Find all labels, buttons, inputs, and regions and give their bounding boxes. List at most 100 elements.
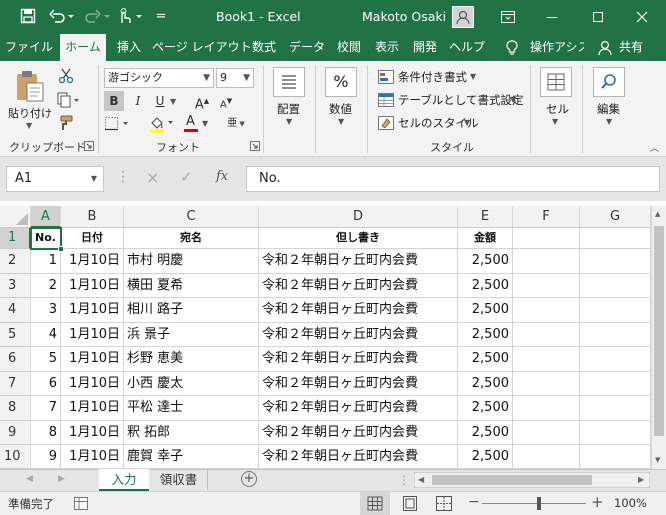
redo-icon[interactable] bbox=[84, 8, 112, 26]
column-header-f[interactable]: F bbox=[513, 206, 580, 228]
increase-font-size-button[interactable]: A▲ bbox=[192, 91, 212, 112]
table-cell-no[interactable]: 6 bbox=[31, 372, 61, 396]
table-cell-name[interactable]: 平松 達士 bbox=[124, 396, 259, 421]
table-cell-empty[interactable] bbox=[580, 445, 651, 469]
table-cell-amount[interactable]: 2,500 bbox=[458, 421, 513, 445]
chevron-down-icon[interactable]: ▼ bbox=[286, 117, 292, 126]
vertical-scrollbar[interactable]: ▲ ▼ bbox=[651, 206, 666, 469]
row-header-8[interactable]: 8 bbox=[0, 396, 31, 421]
paste-dropdown-icon[interactable]: ▼ bbox=[26, 121, 32, 130]
table-cell-empty[interactable] bbox=[513, 249, 580, 274]
cell-f1[interactable] bbox=[513, 228, 580, 249]
column-header-c[interactable]: C bbox=[124, 206, 259, 228]
table-cell-empty[interactable] bbox=[513, 445, 580, 469]
table-cell-date[interactable]: 1月10日 bbox=[61, 372, 124, 396]
column-header-a[interactable]: A bbox=[31, 206, 61, 228]
table-cell-amount[interactable]: 2,500 bbox=[458, 298, 513, 323]
phonetic-guide-button[interactable]: 亜 ▼ bbox=[222, 114, 250, 134]
tab-developer[interactable]: 開発 bbox=[408, 34, 442, 61]
minimize-icon[interactable] bbox=[530, 0, 574, 34]
font-color-button[interactable]: A ▼ bbox=[182, 114, 212, 134]
table-cell-empty[interactable] bbox=[513, 396, 580, 421]
table-cell-no[interactable]: 7 bbox=[31, 396, 61, 421]
table-cell-empty[interactable] bbox=[513, 421, 580, 445]
table-cell-empty[interactable] bbox=[580, 421, 651, 445]
share-icon[interactable] bbox=[598, 40, 612, 56]
chevron-down-icon[interactable]: ▼ bbox=[552, 117, 558, 126]
tab-review[interactable]: 校閲 bbox=[332, 34, 366, 61]
cells-icon[interactable] bbox=[540, 67, 572, 97]
cell-e1[interactable]: 金額 bbox=[458, 228, 513, 249]
customize-qat-icon[interactable]: = bbox=[152, 8, 170, 26]
row-header-6[interactable]: 6 bbox=[0, 347, 31, 372]
table-cell-amount[interactable]: 2,500 bbox=[458, 372, 513, 396]
table-cell-purpose[interactable]: 令和２年朝日ヶ丘町内会費 bbox=[259, 249, 458, 274]
tab-data[interactable]: データ bbox=[286, 34, 328, 61]
table-cell-purpose[interactable]: 令和２年朝日ヶ丘町内会費 bbox=[259, 298, 458, 323]
table-cell-date[interactable]: 1月10日 bbox=[61, 323, 124, 347]
row-header-1[interactable]: 1 bbox=[0, 228, 31, 249]
previous-sheet-icon[interactable]: ◀ bbox=[26, 474, 33, 484]
alignment-icon[interactable] bbox=[273, 67, 305, 97]
cell-a1[interactable]: No. bbox=[31, 228, 61, 249]
font-launcher-icon[interactable] bbox=[250, 141, 260, 151]
add-sheet-button[interactable]: + bbox=[241, 471, 257, 487]
formula-input[interactable]: No. bbox=[246, 166, 660, 192]
number-label[interactable]: 数値 bbox=[329, 101, 352, 117]
table-cell-purpose[interactable]: 令和２年朝日ヶ丘町内会費 bbox=[259, 347, 458, 372]
row-header-7[interactable]: 7 bbox=[0, 372, 31, 396]
cell-g1[interactable] bbox=[580, 228, 651, 249]
tell-me-search[interactable]: 操作アシス bbox=[530, 34, 584, 61]
italic-button[interactable]: I bbox=[128, 91, 148, 111]
table-cell-empty[interactable] bbox=[513, 372, 580, 396]
table-cell-purpose[interactable]: 令和２年朝日ヶ丘町内会費 bbox=[259, 323, 458, 347]
table-cell-purpose[interactable]: 令和２年朝日ヶ丘町内会費 bbox=[259, 445, 458, 469]
macro-record-icon[interactable] bbox=[74, 497, 88, 510]
row-header-3[interactable]: 3 bbox=[0, 274, 31, 298]
tab-view[interactable]: 表示 bbox=[370, 34, 404, 61]
table-cell-purpose[interactable]: 令和２年朝日ヶ丘町内会費 bbox=[259, 396, 458, 421]
zoom-slider-thumb[interactable] bbox=[537, 497, 541, 510]
share-button[interactable]: 共有 bbox=[616, 34, 646, 61]
save-icon[interactable] bbox=[20, 8, 38, 26]
table-cell-no[interactable]: 4 bbox=[31, 323, 61, 347]
underline-button[interactable]: U bbox=[150, 91, 170, 111]
scroll-left-icon[interactable]: ◀ bbox=[418, 475, 424, 484]
row-header-9[interactable]: 9 bbox=[0, 421, 31, 445]
table-cell-empty[interactable] bbox=[580, 323, 651, 347]
table-cell-name[interactable]: 釈 拓郎 bbox=[124, 421, 259, 445]
table-cell-purpose[interactable]: 令和２年朝日ヶ丘町内会費 bbox=[259, 421, 458, 445]
page-break-preview-icon[interactable] bbox=[436, 496, 452, 511]
chevron-down-icon[interactable]: ▼ bbox=[606, 117, 612, 126]
sheet-tab-receipt[interactable]: 領収書 bbox=[150, 470, 208, 490]
row-header-4[interactable]: 4 bbox=[0, 298, 31, 323]
alignment-label[interactable]: 配置 bbox=[277, 101, 300, 117]
table-cell-date[interactable]: 1月10日 bbox=[61, 396, 124, 421]
table-cell-name[interactable]: 市村 明慶 bbox=[124, 249, 259, 274]
column-header-e[interactable]: E bbox=[458, 206, 513, 228]
table-cell-amount[interactable]: 2,500 bbox=[458, 445, 513, 469]
row-header-10[interactable]: 10 bbox=[0, 445, 31, 469]
column-header-g[interactable]: G bbox=[580, 206, 651, 228]
tab-file[interactable]: ファイル bbox=[4, 34, 54, 61]
cancel-icon[interactable]: × bbox=[146, 168, 159, 187]
cell-d1[interactable]: 但し書き bbox=[259, 228, 458, 249]
cell-b1[interactable]: 日付 bbox=[61, 228, 124, 249]
decrease-font-size-button[interactable]: A▼ bbox=[216, 91, 236, 111]
table-cell-date[interactable]: 1月10日 bbox=[61, 421, 124, 445]
tab-help[interactable]: ヘルプ bbox=[446, 34, 488, 61]
bold-button[interactable]: B bbox=[104, 91, 124, 111]
tab-home[interactable]: ホーム bbox=[60, 34, 106, 62]
percent-icon[interactable]: % bbox=[325, 67, 357, 97]
table-cell-empty[interactable] bbox=[580, 274, 651, 298]
select-all-corner[interactable] bbox=[0, 206, 31, 228]
zoom-in-button[interactable]: + bbox=[591, 493, 604, 511]
avatar[interactable] bbox=[452, 6, 474, 28]
table-cell-empty[interactable] bbox=[513, 323, 580, 347]
zoom-level[interactable]: 100% bbox=[614, 496, 647, 510]
search-icon[interactable] bbox=[593, 67, 625, 97]
table-cell-date[interactable]: 1月10日 bbox=[61, 445, 124, 469]
table-cell-no[interactable]: 1 bbox=[31, 249, 61, 274]
table-cell-date[interactable]: 1月10日 bbox=[61, 347, 124, 372]
table-cell-name[interactable]: 鹿賀 幸子 bbox=[124, 445, 259, 469]
